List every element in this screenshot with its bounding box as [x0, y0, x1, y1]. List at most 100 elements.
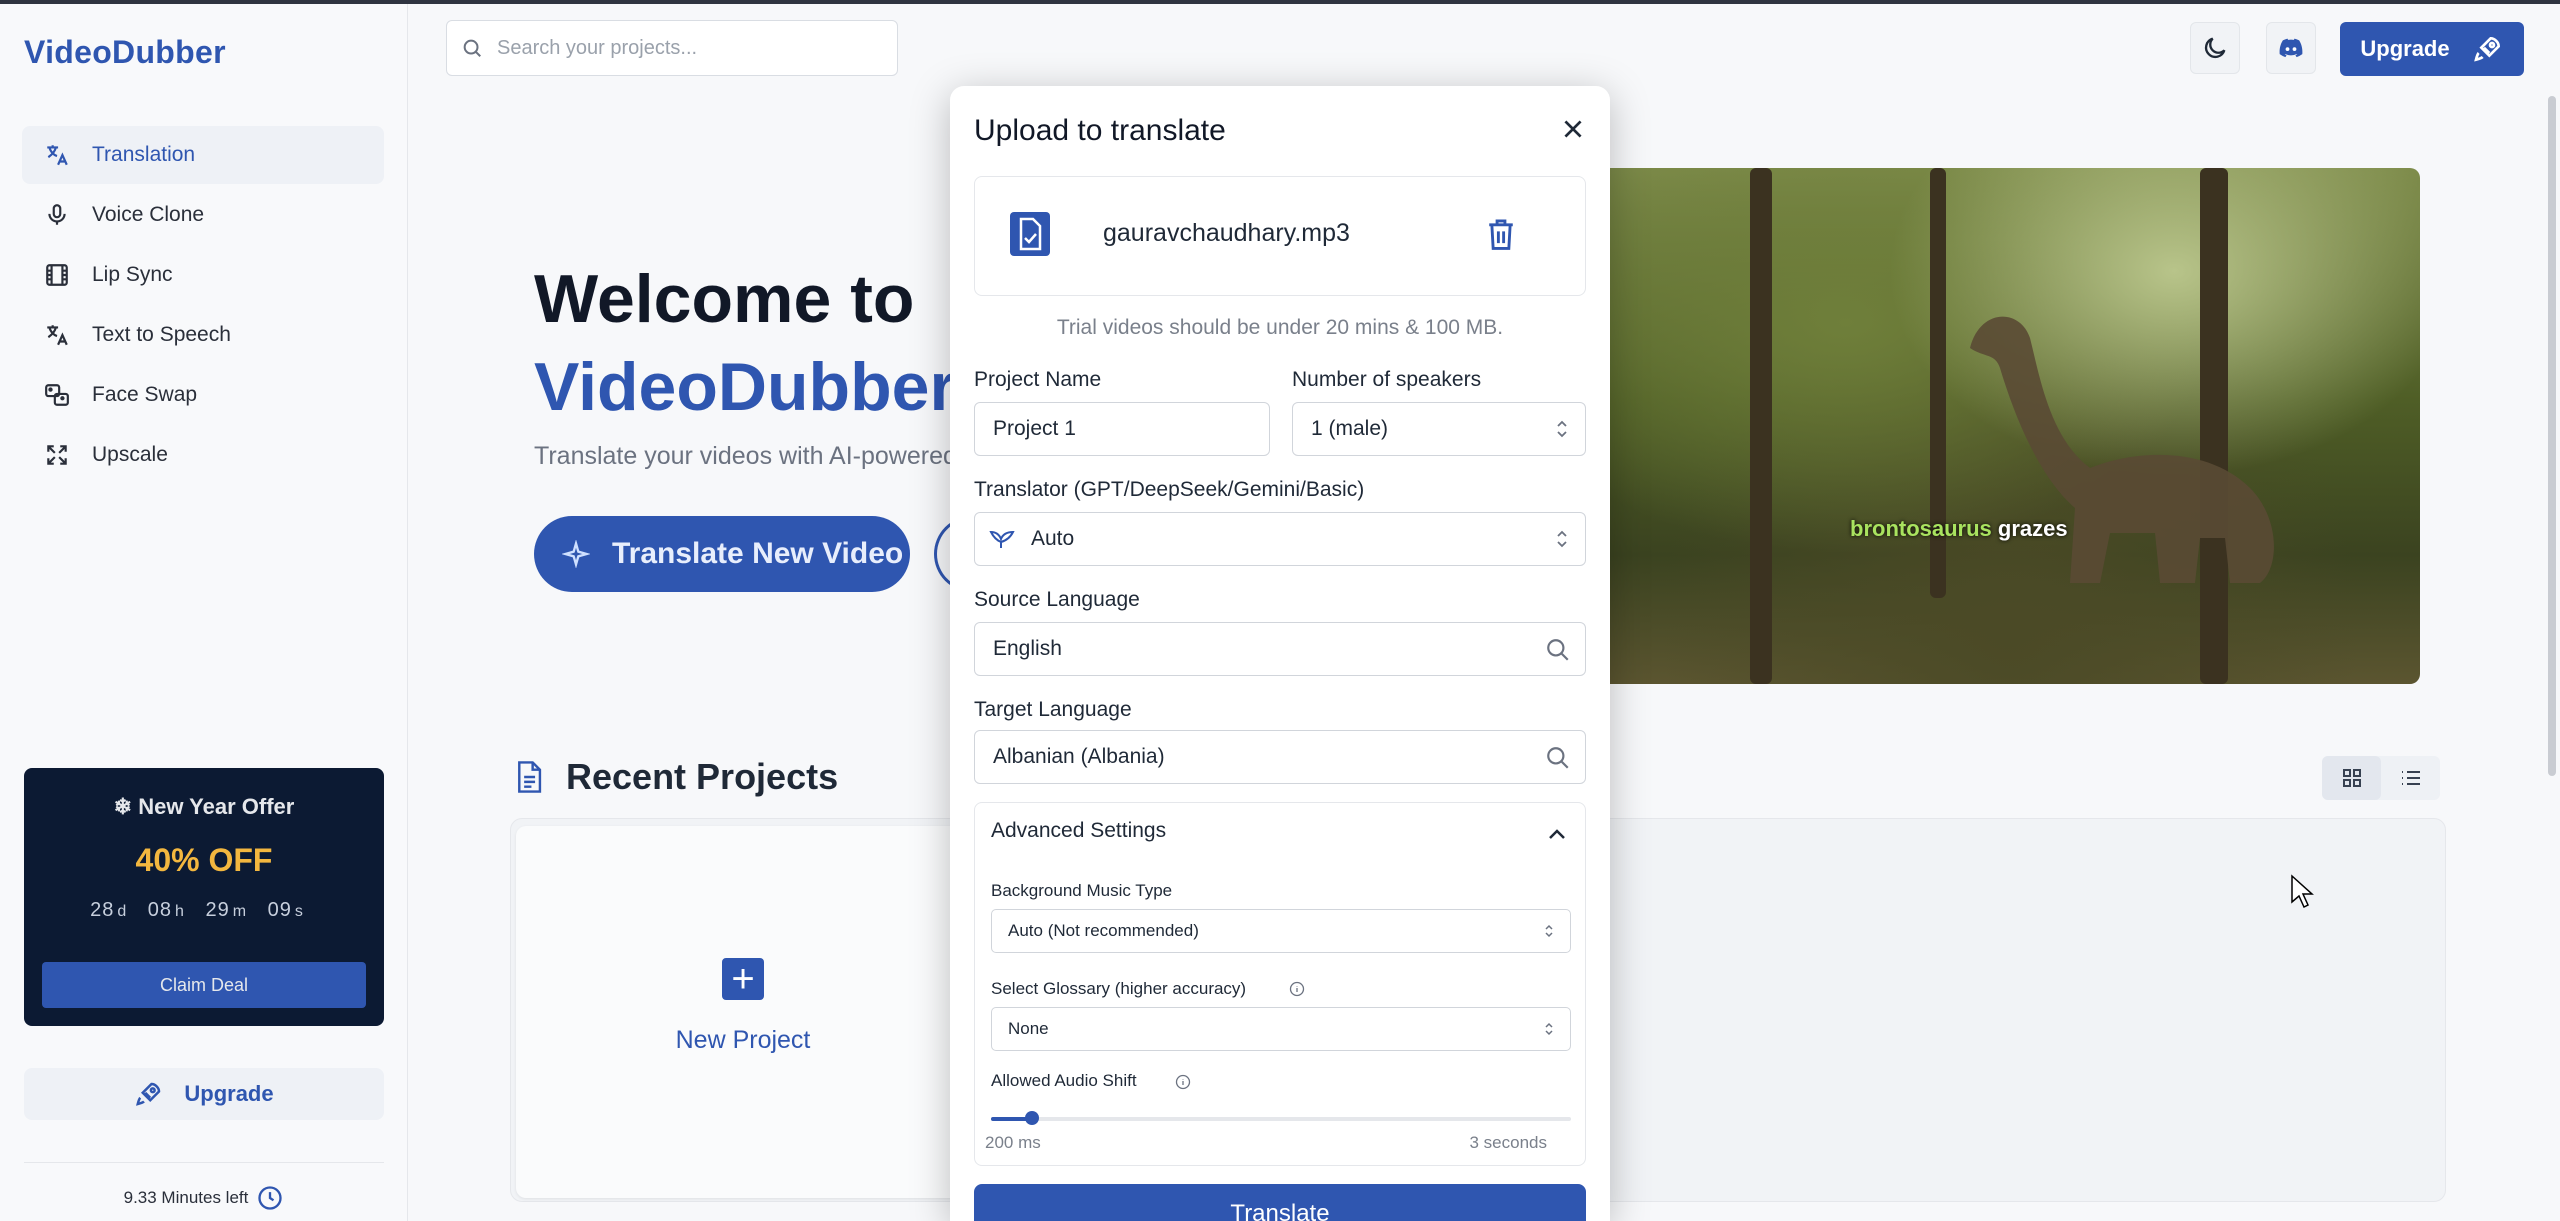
- film-icon: [42, 260, 72, 290]
- info-icon[interactable]: [1289, 981, 1305, 997]
- search-icon: [463, 39, 481, 57]
- advanced-settings-panel: Advanced Settings Background Music Type …: [974, 802, 1586, 1166]
- mouse-cursor-icon: [2291, 874, 2314, 909]
- sidebar-item-label: Voice Clone: [92, 203, 205, 226]
- page-scrollbar[interactable]: [2548, 96, 2556, 776]
- brand-logo[interactable]: VideoDubber: [24, 34, 226, 71]
- translate-new-video-button[interactable]: Translate New Video: [534, 516, 910, 592]
- snowflake-icon: ❄: [113, 794, 139, 819]
- dark-mode-toggle[interactable]: [2190, 22, 2240, 74]
- sparkle-icon: [562, 540, 590, 568]
- face-swap-icon: [42, 380, 72, 410]
- audio-shift-slider[interactable]: [991, 1111, 1571, 1125]
- discord-icon: [2279, 38, 2303, 58]
- clock-icon: [258, 1186, 283, 1210]
- rocket-icon: [2473, 36, 2500, 62]
- music-type-select[interactable]: Auto (Not recommended): [991, 909, 1571, 953]
- translator-select[interactable]: Auto: [974, 512, 1586, 566]
- sidebar-divider: [24, 1162, 384, 1163]
- plus-icon: +: [722, 958, 764, 1000]
- sidebar-item-label: Upscale: [92, 443, 168, 466]
- info-icon[interactable]: [1175, 1074, 1191, 1090]
- select-arrows-icon: [1557, 420, 1567, 438]
- video-caption: brontosaurus grazes: [1850, 516, 2068, 541]
- search-input[interactable]: [497, 36, 877, 60]
- list-icon: [2401, 771, 2420, 785]
- music-type-label: Background Music Type: [991, 881, 1173, 900]
- project-name-input[interactable]: Project 1: [974, 402, 1270, 456]
- grid-view-button[interactable]: [2322, 756, 2381, 800]
- sidebar-item-label: Lip Sync: [92, 263, 173, 286]
- sidebar-item-upscale[interactable]: Upscale: [22, 426, 384, 484]
- hero-video[interactable]: brontosaurus grazes: [1600, 168, 2420, 684]
- trial-note: Trial videos should be under 20 mins & 1…: [1056, 316, 1504, 339]
- sidebar-item-label: Face Swap: [92, 383, 198, 406]
- offer-title: ❄ New Year Offer: [113, 794, 295, 819]
- close-button[interactable]: [1560, 116, 1590, 146]
- select-arrows-icon: [1545, 924, 1553, 938]
- project-name-label: Project Name: [974, 368, 1102, 391]
- sidebar-item-voice-clone[interactable]: Voice Clone: [22, 186, 384, 244]
- sidebar-item-translation[interactable]: Translation: [22, 126, 384, 184]
- moon-icon: [2204, 37, 2226, 59]
- uploaded-file: gauravchaudhary.mp3: [974, 176, 1586, 296]
- select-arrows-icon: [1557, 530, 1567, 548]
- file-name: gauravchaudhary.mp3: [1103, 219, 1350, 247]
- search-bar[interactable]: [446, 20, 898, 76]
- speakers-label: Number of speakers: [1292, 368, 1482, 391]
- source-language-input[interactable]: English: [974, 622, 1586, 676]
- new-project-label: New Project: [675, 1026, 811, 1054]
- sidebar-item-text-to-speech[interactable]: Text to Speech: [22, 306, 384, 364]
- target-language-input[interactable]: Albanian (Albania): [974, 730, 1586, 784]
- slider-min-label: 200 ms: [985, 1133, 1041, 1152]
- sidebar-upgrade-button[interactable]: Upgrade: [24, 1068, 384, 1120]
- rocket-icon: [136, 1082, 161, 1106]
- file-check-icon: [1010, 212, 1050, 256]
- slider-handle[interactable]: [1024, 1111, 1039, 1125]
- advanced-settings-toggle[interactable]: Advanced Settings: [991, 819, 1166, 843]
- hero-title-line1: Welcome to: [534, 261, 915, 337]
- header-upgrade-button[interactable]: Upgrade: [2340, 22, 2524, 76]
- search-icon: [1547, 639, 1569, 661]
- sidebar: VideoDubber Translation Voice Clone Lip …: [0, 4, 408, 1221]
- expand-icon: [42, 440, 72, 470]
- claim-deal-button[interactable]: Claim Deal: [42, 962, 366, 1008]
- view-toggle: [2322, 756, 2440, 800]
- new-project-card[interactable]: + New Project: [516, 826, 970, 1198]
- text-translate-icon: [42, 320, 72, 350]
- slider-max-label: 3 seconds: [1469, 1133, 1548, 1152]
- discord-button[interactable]: [2266, 22, 2316, 74]
- grid-icon: [2342, 769, 2361, 787]
- chevron-up-icon[interactable]: [1545, 823, 1569, 847]
- modal-title: Upload to translate: [974, 114, 1226, 147]
- search-icon: [1547, 747, 1569, 769]
- recent-projects-heading: Recent Projects: [514, 756, 838, 798]
- tree-trunk: [1750, 168, 1772, 684]
- trash-icon[interactable]: [1485, 217, 1517, 251]
- speakers-select[interactable]: 1 (male): [1292, 402, 1586, 456]
- hero-subtitle: Translate your videos with AI-powered: [534, 442, 957, 470]
- sidebar-item-label: Translation: [92, 143, 196, 166]
- translator-label: Translator (GPT/DeepSeek/Gemini/Basic): [974, 478, 1365, 501]
- new-year-offer-card: ❄ New Year Offer 40% OFF 28 d 08 h 29 m 09 s…: [24, 768, 384, 1026]
- microphone-icon: [42, 200, 72, 230]
- sidebar-item-label: Text to Speech: [92, 323, 231, 346]
- minutes-left: 9.33 Minutes left: [0, 1184, 408, 1212]
- glossary-label: Select Glossary (higher accuracy): [991, 979, 1247, 998]
- select-arrows-icon: [1545, 1022, 1553, 1036]
- translate-button[interactable]: Translate: [974, 1184, 1586, 1221]
- close-icon: [1564, 120, 1582, 138]
- sidebar-nav: Translation Voice Clone Lip Sync Text to…: [22, 126, 384, 486]
- list-view-button[interactable]: [2381, 756, 2440, 800]
- source-language-label: Source Language: [974, 588, 1140, 611]
- translate-icon: [42, 140, 72, 170]
- bird-icon: [989, 530, 1015, 548]
- brontosaurus-illustration: [1970, 316, 2274, 583]
- audio-shift-label: Allowed Audio Shift: [991, 1071, 1137, 1090]
- upload-modal: Upload to translate gauravchaudhary.mp3 …: [950, 86, 1610, 1221]
- sidebar-item-face-swap[interactable]: Face Swap: [22, 366, 384, 424]
- glossary-select[interactable]: None: [991, 1007, 1571, 1051]
- sidebar-item-lip-sync[interactable]: Lip Sync: [22, 246, 384, 304]
- offer-discount: 40% OFF: [135, 842, 273, 878]
- offer-countdown: 28 d 08 h 29 m 09 s: [90, 899, 304, 921]
